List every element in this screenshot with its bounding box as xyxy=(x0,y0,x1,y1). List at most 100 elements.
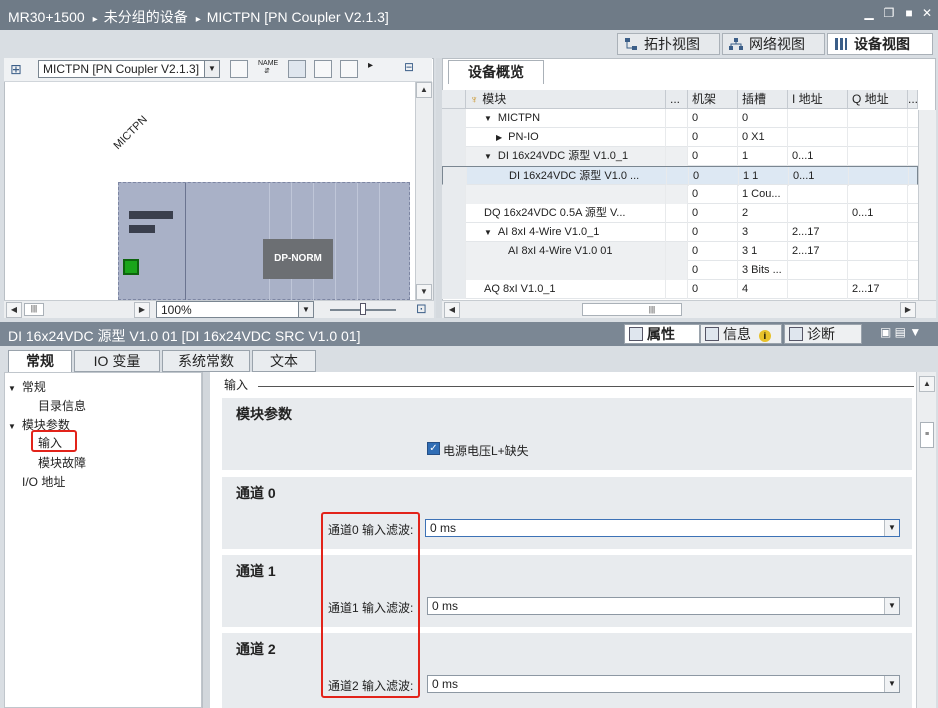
table-row[interactable]: DI 16x24VDC 源型 V1.0 ... 0 1 1 0...1 xyxy=(442,166,918,186)
collapse-icon[interactable]: ▼ xyxy=(484,114,492,123)
more-tools-icon[interactable]: ▸ xyxy=(368,60,373,71)
scroll-up-icon[interactable]: ▲ xyxy=(919,376,935,392)
zoom-select[interactable]: 100% ▼ xyxy=(156,301,314,318)
expand-icon[interactable]: ▶ xyxy=(496,133,502,142)
column-header-module[interactable]: ♆ 模块 xyxy=(466,90,666,109)
show-names-icon[interactable]: NAME ⇵ xyxy=(258,60,278,78)
row-gutter[interactable] xyxy=(442,204,466,223)
table-row[interactable]: ▼ DI 16x24VDC 源型 V1.0_1 0 1 0...1 xyxy=(442,147,918,166)
input-filter-select[interactable]: 0 ms ▼ xyxy=(427,597,900,615)
row-gutter[interactable] xyxy=(443,167,467,186)
tab-io-tags[interactable]: IO 变量 xyxy=(74,350,160,372)
overview-vscroll[interactable] xyxy=(918,110,936,300)
maximize-icon[interactable]: ■ xyxy=(902,6,916,20)
column-header-i-address[interactable]: I 地址 xyxy=(788,90,848,109)
graphic-toolbar: ⊞ MICTPN [PN Coupler V2.1.3] ▼ NAME ⇵ ▸ ⊟ xyxy=(4,58,432,82)
table-row[interactable]: ▼ MICTPN 0 0 xyxy=(442,109,918,128)
power-supply-missing-checkbox[interactable]: ✓ xyxy=(427,442,440,455)
table-row[interactable]: ▼ AI 8xI 4-Wire V1.0_1 0 3 2...17 xyxy=(442,223,918,242)
table-row[interactable]: AI 8xI 4-Wire V1.0 01 0 3 1 2...17 xyxy=(442,242,918,261)
tree-node-io-address[interactable]: I/O 地址 xyxy=(22,473,65,490)
collapse-icon[interactable]: ▼ xyxy=(484,152,492,161)
scroll-left-icon[interactable]: ◀ xyxy=(444,302,460,318)
grid-icon[interactable] xyxy=(314,60,332,78)
row-gutter[interactable] xyxy=(442,128,466,147)
scroll-right-icon[interactable]: ▶ xyxy=(134,302,150,318)
tab-topology-view[interactable]: 拓扑视图 xyxy=(617,33,720,55)
row-gutter[interactable] xyxy=(442,223,466,242)
table-row[interactable]: 03 Bits ... xyxy=(442,261,918,280)
row-gutter[interactable] xyxy=(442,280,466,299)
tab-properties[interactable]: 属性 xyxy=(624,324,700,344)
zoom-icon[interactable] xyxy=(288,60,306,78)
page-break-icon[interactable] xyxy=(230,60,248,78)
restore-icon[interactable]: ❐ xyxy=(882,6,896,20)
nav-splitter[interactable] xyxy=(202,372,210,708)
column-header-rack[interactable]: 机架 xyxy=(688,90,738,109)
breadcrumb-group[interactable]: 未分组的设备 xyxy=(104,9,188,25)
row-gutter[interactable] xyxy=(442,242,466,261)
rack-marker xyxy=(129,211,173,219)
hscroll-thumb[interactable]: ||| xyxy=(24,303,44,316)
fit-view-icon[interactable]: ⊡ xyxy=(416,301,432,317)
collapse-icon[interactable]: ▼ xyxy=(484,228,492,237)
column-header-slot[interactable]: 插槽 xyxy=(738,90,788,109)
cell-module xyxy=(466,185,666,204)
cell-more xyxy=(667,167,689,186)
port-icon[interactable] xyxy=(123,259,139,275)
scroll-up-icon[interactable]: ▲ xyxy=(416,82,432,98)
table-row[interactable]: 01 Cou... xyxy=(442,185,918,204)
overview-hscroll[interactable]: ◀ ||| ▶ xyxy=(442,300,936,318)
device-select[interactable]: MICTPN [PN Coupler V2.1.3] ▼ xyxy=(38,60,220,78)
tab-network-view[interactable]: 网络视图 xyxy=(722,33,825,55)
vscroll-thumb[interactable]: ≡ xyxy=(920,422,934,448)
cell-i xyxy=(788,204,848,223)
chevron-down-icon: ▼ xyxy=(298,302,313,317)
input-filter-select[interactable]: 0 ms ▼ xyxy=(425,519,900,537)
tab-device-view[interactable]: 设备视图 xyxy=(827,33,933,55)
column-header-more[interactable]: ... xyxy=(666,90,688,109)
expand-icon[interactable]: ▼ xyxy=(8,384,16,393)
module-name: DQ 16x24VDC 0.5A 源型 V... xyxy=(484,207,626,219)
table-row[interactable]: AQ 8xI V1.0_1 0 4 2...17 xyxy=(442,280,918,299)
row-gutter[interactable] xyxy=(442,147,466,166)
table-toggle-icon[interactable] xyxy=(340,60,358,78)
network-tool-icon[interactable]: ⊞ xyxy=(10,61,28,79)
cell-i xyxy=(788,280,848,299)
tab-system-constants[interactable]: 系统常数 xyxy=(162,350,250,372)
row-gutter[interactable] xyxy=(442,261,466,280)
input-filter-select[interactable]: 0 ms ▼ xyxy=(427,675,900,693)
table-row[interactable]: ▶ PN-IO 0 0 X1 xyxy=(442,128,918,147)
tree-node-general[interactable]: ▼ 常规 xyxy=(8,378,46,395)
tab-texts[interactable]: 文本 xyxy=(252,350,316,372)
cell-slot: 1 Cou... xyxy=(738,185,788,204)
tree-node-module-fault[interactable]: 模块故障 xyxy=(38,454,86,471)
close-icon[interactable]: ✕ xyxy=(920,6,934,20)
row-gutter[interactable] xyxy=(442,109,466,128)
cell-q xyxy=(848,185,908,204)
zoom-slider-thumb[interactable] xyxy=(360,303,366,315)
minimize-icon[interactable]: ▁ xyxy=(862,6,876,20)
row-gutter[interactable] xyxy=(442,185,466,204)
column-header-overflow[interactable]: ... xyxy=(908,90,918,109)
tab-info[interactable]: 信息 i xyxy=(700,324,782,344)
scroll-left-icon[interactable]: ◀ xyxy=(6,302,22,318)
panel-layout-icon[interactable]: ▣ ▤ ▼ xyxy=(880,325,921,339)
tab-diagnostics[interactable]: 诊断 xyxy=(784,324,862,344)
scroll-right-icon[interactable]: ▶ xyxy=(900,302,916,318)
content-vscroll[interactable]: ▲ ≡ xyxy=(916,372,936,708)
breadcrumb-device[interactable]: MICTPN [PN Coupler V2.1.3] xyxy=(207,9,389,25)
tab-device-overview[interactable]: 设备概览 xyxy=(448,60,544,84)
table-row[interactable]: DQ 16x24VDC 0.5A 源型 V... 0 2 0...1 xyxy=(442,204,918,223)
hscroll-thumb[interactable]: ||| xyxy=(582,303,682,316)
tree-node-catalog-info[interactable]: 目录信息 xyxy=(38,397,86,414)
expand-icon[interactable]: ▼ xyxy=(8,422,16,431)
column-header-q-address[interactable]: Q 地址 xyxy=(848,90,908,109)
overview-nav-icon[interactable]: ⊟ xyxy=(404,60,422,78)
graphic-vscroll[interactable]: ▲ ▼ xyxy=(415,82,433,300)
breadcrumb-project[interactable]: MR30+1500 xyxy=(8,9,85,25)
diagnostics-icon xyxy=(789,327,803,341)
module-dp-norm[interactable]: DP-NORM xyxy=(263,239,333,279)
scroll-down-icon[interactable]: ▼ xyxy=(416,284,432,300)
tab-general[interactable]: 常规 xyxy=(8,350,72,372)
